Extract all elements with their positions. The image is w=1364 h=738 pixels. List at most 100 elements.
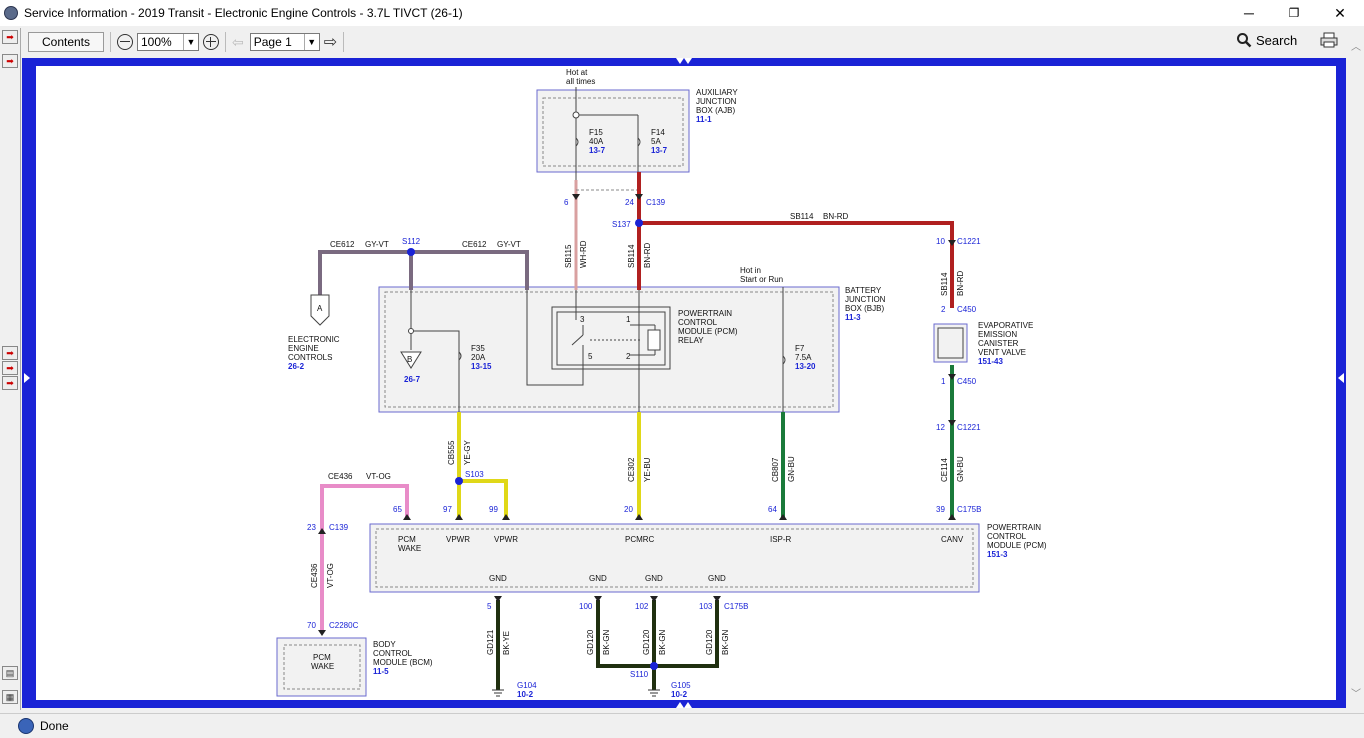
f15-name: F15 xyxy=(589,128,603,137)
pin23: 23 xyxy=(307,523,316,532)
bkye-label: BK-YE xyxy=(502,631,511,655)
relay-label3: MODULE (PCM) xyxy=(678,327,738,336)
c1221-label: C1221 xyxy=(957,237,981,246)
vertical-scrollbar[interactable]: ︿ ﹀ xyxy=(1348,28,1364,710)
gd120c-label: GD120 xyxy=(705,629,714,655)
bjb-hot-label2: Start or Run xyxy=(740,275,783,284)
relay-pin5: 5 xyxy=(588,352,593,361)
g105-ref: 10-2 xyxy=(671,690,688,699)
scroll-up-icon[interactable]: ︿ xyxy=(1351,38,1361,53)
gd120b-label: GD120 xyxy=(642,629,651,655)
pin-gnd4: GND xyxy=(708,574,726,583)
evap-label4: VENT VALVE xyxy=(978,348,1026,357)
f7-amp: 7.5A xyxy=(795,353,812,362)
bcm-label1: BODY xyxy=(373,640,396,649)
bjb-ref: 11-3 xyxy=(845,313,861,322)
s112-label: S112 xyxy=(402,237,421,246)
pin102: 102 xyxy=(635,602,649,611)
eec-ref: 26-2 xyxy=(288,362,305,371)
c450-pin1: 1 xyxy=(941,377,946,386)
globe-icon xyxy=(18,718,34,734)
whrd-label: WH-RD xyxy=(579,240,588,268)
g105-label: G105 xyxy=(671,681,691,690)
terminal-b-label: B xyxy=(407,355,412,364)
bnrd-v-label: BN-RD xyxy=(643,242,652,268)
eec-label3: CONTROLS xyxy=(288,353,332,362)
bjb-title2: JUNCTION xyxy=(845,295,886,304)
pin-vpwr1: VPWR xyxy=(446,535,470,544)
vtog-h-label: VT-OG xyxy=(366,472,391,481)
pin20: 20 xyxy=(624,505,633,514)
pcm-label2: CONTROL xyxy=(987,532,1027,541)
pin6-label: 6 xyxy=(564,198,569,207)
ce436-h-label: CE436 xyxy=(328,472,353,481)
c139-label: C139 xyxy=(646,198,666,207)
pin70: 70 xyxy=(307,621,316,630)
pcm-label1: POWERTRAIN xyxy=(987,523,1041,532)
pin5: 5 xyxy=(487,602,492,611)
f35-ref: 13-15 xyxy=(471,362,492,371)
relay-pin3: 3 xyxy=(580,315,585,324)
gyvt-a-label: GY-VT xyxy=(365,240,389,249)
ajb-title3: BOX (AJB) xyxy=(696,106,735,115)
scroll-down-icon[interactable]: ﹀ xyxy=(1351,685,1361,700)
g104-label: G104 xyxy=(517,681,537,690)
bkgn-c-label: BK-GN xyxy=(721,629,730,655)
yebu-label: YE-BU xyxy=(643,457,652,482)
pin65: 65 xyxy=(393,505,402,514)
bjb-title1: BATTERY xyxy=(845,286,882,295)
c450-label2: C450 xyxy=(957,377,977,386)
pin-pcmwake2: WAKE xyxy=(398,544,421,553)
f7-ref: 13-20 xyxy=(795,362,816,371)
f35-name: F35 xyxy=(471,344,485,353)
ce302-label: CE302 xyxy=(627,457,636,482)
relay-pin1: 1 xyxy=(626,315,631,324)
pin-ispr: ISP-R xyxy=(770,535,792,544)
pin97: 97 xyxy=(443,505,452,514)
c175b-label: C175B xyxy=(957,505,981,514)
yegy-label: YE-GY xyxy=(463,439,472,465)
pin-vpwr2: VPWR xyxy=(494,535,518,544)
c2280c-label: C2280C xyxy=(329,621,359,630)
c139-label2: C139 xyxy=(329,523,349,532)
c139-pin24: 24 xyxy=(625,198,634,207)
ajb-title2: JUNCTION xyxy=(696,97,737,106)
c1221-label2: C1221 xyxy=(957,423,981,432)
cb807-label: CB807 xyxy=(771,457,780,482)
pin-pcmrc: PCMRC xyxy=(625,535,655,544)
relay-label4: RELAY xyxy=(678,336,704,345)
c175b-label2: C175B xyxy=(724,602,748,611)
bcm-inner1: PCM xyxy=(313,653,331,662)
gd121-label: GD121 xyxy=(486,629,495,655)
f35-amp: 20A xyxy=(471,353,486,362)
relay-label1: POWERTRAIN xyxy=(678,309,732,318)
status-text: Done xyxy=(40,719,69,733)
pin100: 100 xyxy=(579,602,593,611)
s137-label: S137 xyxy=(612,220,631,229)
b-ref: 26-7 xyxy=(404,375,421,384)
relay-pin2: 2 xyxy=(626,352,631,361)
bkgn-a-label: BK-GN xyxy=(602,629,611,655)
sb114-h-label: SB114 xyxy=(790,212,814,221)
f15-amp: 40A xyxy=(589,137,604,146)
ajb-ref: 11-1 xyxy=(696,115,712,124)
evap-label1: EVAPORATIVE xyxy=(978,321,1033,330)
ce436-v-label: CE436 xyxy=(310,563,319,588)
ajb-title1: AUXILIARY xyxy=(696,88,738,97)
f14-name: F14 xyxy=(651,128,665,137)
c450-pin2: 2 xyxy=(941,305,946,314)
evap-label2: EMISSION xyxy=(978,330,1017,339)
pin64: 64 xyxy=(768,505,777,514)
sb114-v-label: SB114 xyxy=(627,244,636,268)
eec-label1: ELECTRONIC xyxy=(288,335,340,344)
c1221-pin10: 10 xyxy=(936,237,945,246)
ce114-label: CE114 xyxy=(940,458,949,482)
bnrd-r-label: BN-RD xyxy=(956,270,965,296)
gnbu-label: GN-BU xyxy=(787,456,796,482)
f7-name: F7 xyxy=(795,344,805,353)
pin-gnd2: GND xyxy=(589,574,607,583)
g104-ref: 10-2 xyxy=(517,690,534,699)
s110-label: S110 xyxy=(630,670,649,679)
pin103: 103 xyxy=(699,602,713,611)
bcm-inner2: WAKE xyxy=(311,662,334,671)
